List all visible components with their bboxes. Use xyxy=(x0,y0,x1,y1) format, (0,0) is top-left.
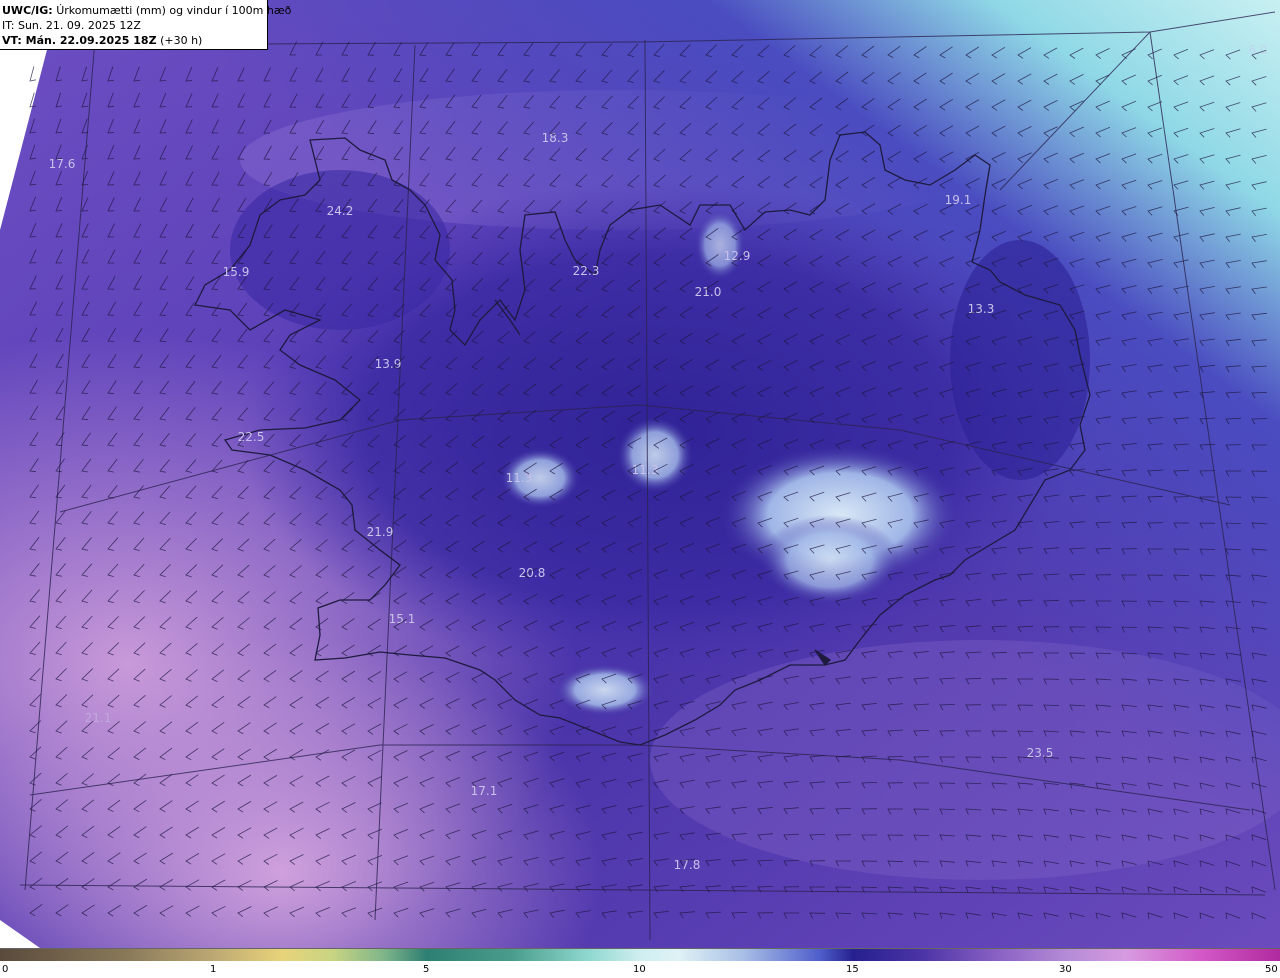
colorbar-tick: 30 xyxy=(1059,964,1072,975)
trollaskagi-low-area xyxy=(695,210,745,280)
value-label: 18.3 xyxy=(542,131,569,145)
map-title: Úrkomumætti (mm) og vindur í 100m hæð xyxy=(56,4,292,17)
value-label: 22.5 xyxy=(238,430,265,444)
value-label: 15.1 xyxy=(389,612,416,626)
value-label: 21.9 xyxy=(367,525,394,539)
colorbar-tick: 15 xyxy=(846,964,859,975)
value-label: 22.3 xyxy=(573,264,600,278)
map-viewer: 18.3 17.6 24.2 19.1 15.9 22.3 12.9 21.0 … xyxy=(0,0,1280,978)
colorbar-strip xyxy=(0,948,1280,961)
valid-time-line: VT: Mán. 22.09.2025 18Z (+30 h) xyxy=(2,33,264,48)
title-line: UWC/IG: Úrkomumætti (mm) og vindur í 100… xyxy=(2,3,291,18)
colorbar-tick: 10 xyxy=(633,964,646,975)
model-label: UWC/IG: xyxy=(2,4,53,17)
lead-time: (+30 h) xyxy=(160,34,203,47)
colorbar-tick: 1 xyxy=(210,964,217,975)
map-info-box: UWC/IG: Úrkomumætti (mm) og vindur í 100… xyxy=(0,0,291,50)
westfjords-precipitation xyxy=(230,170,450,330)
value-label: 17.6 xyxy=(49,157,76,171)
value-label: 13.3 xyxy=(968,302,995,316)
value-label: 12.9 xyxy=(724,249,751,263)
value-label: 20.8 xyxy=(519,566,546,580)
colorbar-tick: 0 xyxy=(2,964,9,975)
colorbar-tick: 5 xyxy=(423,964,430,975)
vatnajokull-low-area-south xyxy=(760,515,900,605)
issue-time: IT: Sun. 21. 09. 2025 12Z xyxy=(2,19,141,32)
precipitation-map: 18.3 17.6 24.2 19.1 15.9 22.3 12.9 21.0 … xyxy=(0,0,1280,948)
value-label: 19.1 xyxy=(945,193,972,207)
value-label: 21.0 xyxy=(695,285,722,299)
value-label: 21.1 xyxy=(85,711,112,725)
hofsjokull-low-area xyxy=(617,417,693,493)
colorbar: 0 1 5 10 15 30 50 xyxy=(0,948,1280,978)
valid-time: VT: Mán. 22.09.2025 18Z xyxy=(2,34,157,47)
value-label: 15.9 xyxy=(223,265,250,279)
value-label: 6.0 xyxy=(1248,43,1267,57)
colorbar-tick: 50 xyxy=(1265,964,1278,975)
value-label: 11.3 xyxy=(632,463,659,477)
value-label: 24.2 xyxy=(327,204,354,218)
value-label: 17.1 xyxy=(471,784,498,798)
